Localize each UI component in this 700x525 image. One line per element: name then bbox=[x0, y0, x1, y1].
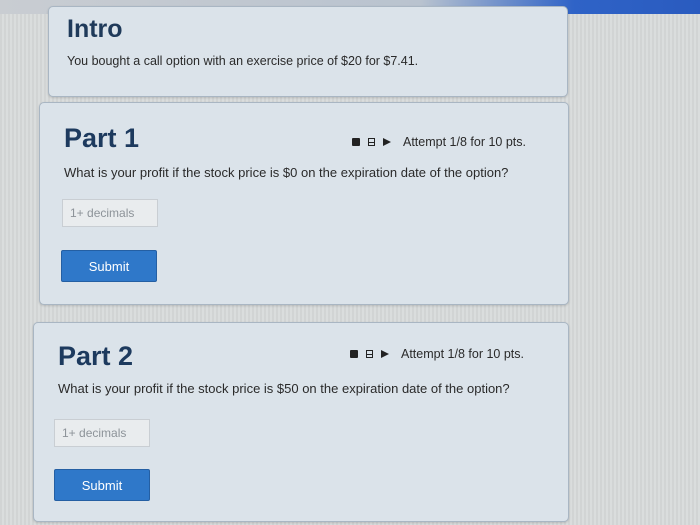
intro-text: You bought a call option with an exercis… bbox=[67, 54, 419, 68]
calculator-icon[interactable] bbox=[352, 138, 360, 146]
intro-title: Intro bbox=[67, 15, 123, 43]
intro-card: Intro You bought a call option with an e… bbox=[48, 6, 568, 97]
part-2-submit-button[interactable]: Submit bbox=[54, 469, 150, 501]
calculator-icon[interactable] bbox=[350, 350, 358, 358]
part-1-submit-button[interactable]: Submit bbox=[61, 250, 157, 282]
part-2-answer-input[interactable] bbox=[54, 419, 150, 447]
flag-icon[interactable] bbox=[383, 138, 391, 146]
part-2-question: What is your profit if the stock price i… bbox=[58, 381, 510, 396]
part-1-title: Part 1 bbox=[64, 123, 140, 153]
part-1-answer-input[interactable] bbox=[62, 199, 158, 227]
notes-icon[interactable] bbox=[366, 350, 373, 358]
part-2-title: Part 2 bbox=[58, 341, 134, 371]
part-1-attempt: Attempt 1/8 for 10 pts. bbox=[403, 135, 526, 149]
part-2-meta: Attempt 1/8 for 10 pts. bbox=[350, 347, 524, 361]
part-2-card: Part 2 Attempt 1/8 for 10 pts. What is y… bbox=[33, 322, 569, 522]
part-1-card: Part 1 Attempt 1/8 for 10 pts. What is y… bbox=[39, 102, 569, 305]
part-2-attempt: Attempt 1/8 for 10 pts. bbox=[401, 347, 524, 361]
part-1-question: What is your profit if the stock price i… bbox=[64, 165, 509, 180]
notes-icon[interactable] bbox=[368, 138, 375, 146]
part-1-meta: Attempt 1/8 for 10 pts. bbox=[352, 135, 526, 149]
flag-icon[interactable] bbox=[381, 350, 389, 358]
